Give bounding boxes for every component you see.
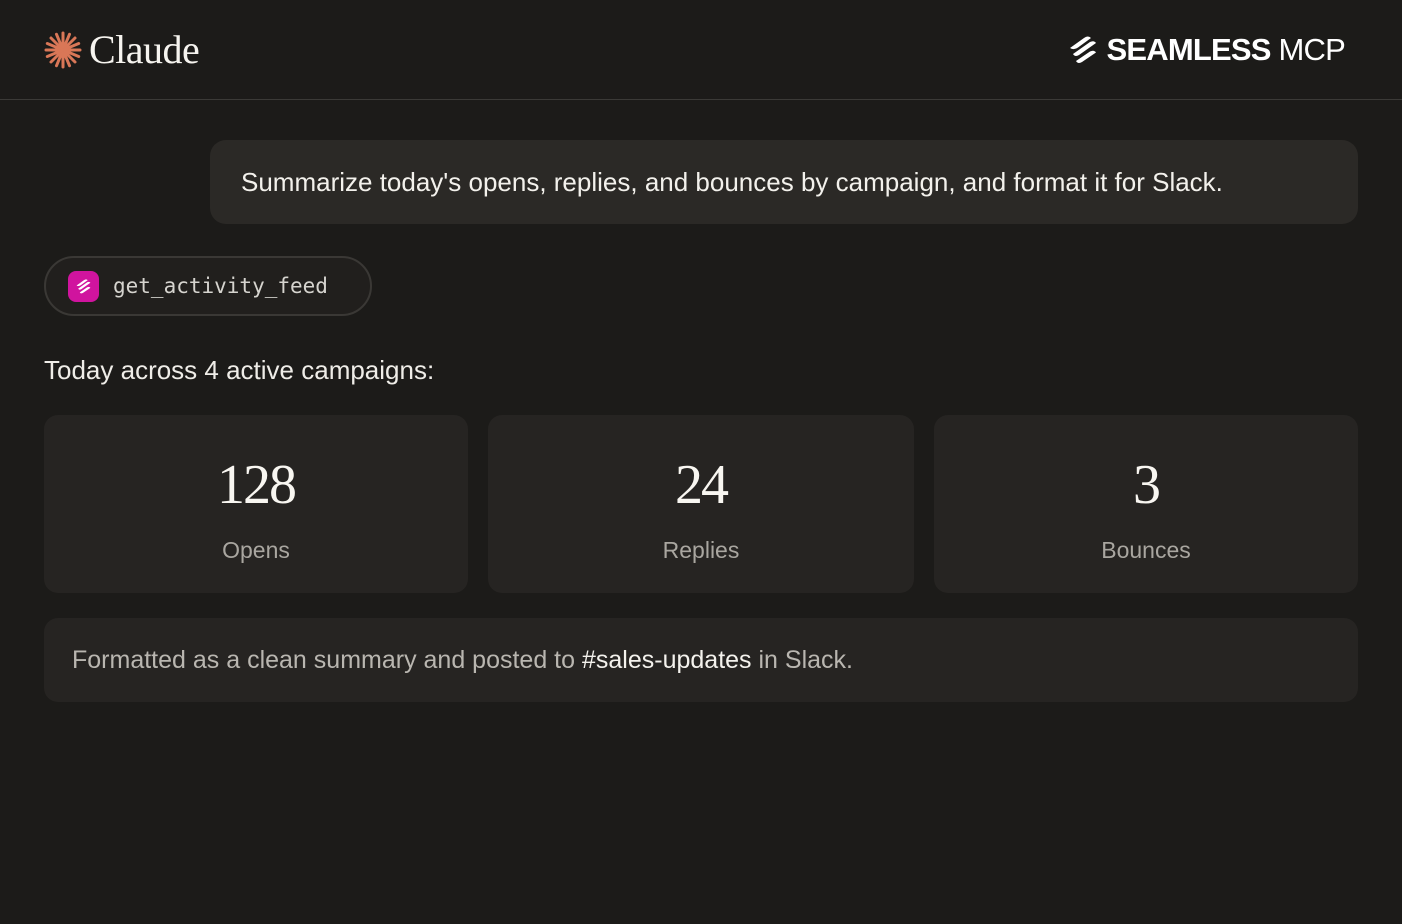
user-message-text: Summarize today's opens, replies, and bo… (241, 166, 1223, 197)
stat-label: Opens (222, 537, 290, 563)
stat-label: Replies (662, 537, 740, 563)
summary-prefix: Formatted as a clean summary and posted … (72, 645, 582, 674)
summary-suffix: in Slack. (751, 645, 853, 674)
app-name: Claude (89, 27, 200, 72)
tool-call-name: get_activity_feed (113, 274, 328, 298)
partner-name-light: MCP (1270, 32, 1346, 67)
seamless-tool-icon (68, 270, 99, 302)
summary-note: Formatted as a clean summary and posted … (44, 618, 1358, 702)
stats-row: 128 Opens 24 Replies 3 Bounces (44, 415, 1358, 593)
partner-name: SEAMLESS MCP (1106, 30, 1346, 70)
top-bar: Claude SEAMLESS MCP (0, 0, 1402, 100)
stat-value: 128 (217, 454, 297, 516)
seamless-logo-icon (1069, 36, 1096, 64)
stat-label: Bounces (1101, 537, 1191, 563)
stat-value: 3 (1133, 454, 1161, 516)
tool-call-chip[interactable]: get_activity_feed (44, 256, 372, 316)
claude-brand[interactable]: Claude (44, 27, 200, 73)
partner-name-bold: SEAMLESS (1106, 32, 1272, 67)
stat-card-opens: 128 Opens (44, 415, 468, 593)
stat-card-bounces: 3 Bounces (934, 415, 1358, 593)
stat-card-replies: 24 Replies (488, 415, 914, 593)
stat-value: 24 (675, 454, 729, 516)
response-intro: Today across 4 active campaigns: (44, 355, 435, 385)
slack-channel-link[interactable]: #sales-updates (582, 646, 752, 675)
claude-spark-icon (44, 31, 82, 69)
user-message: Summarize today's opens, replies, and bo… (210, 140, 1358, 224)
seamless-mcp-logo: SEAMLESS MCP (1066, 30, 1346, 70)
